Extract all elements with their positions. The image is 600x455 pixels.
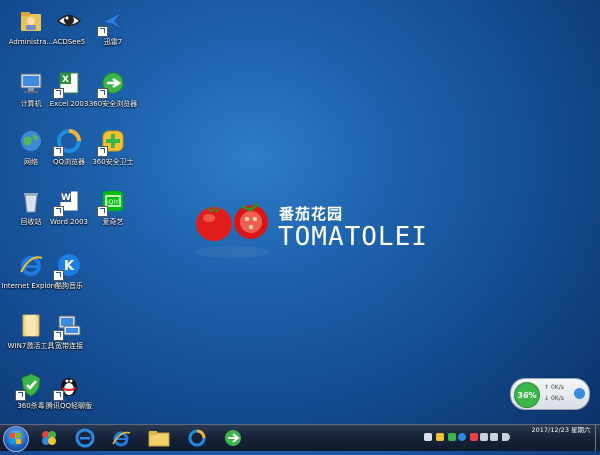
desktop-icon-qq-lite[interactable]: 腾讯QQ轻聊版 xyxy=(38,366,100,424)
desktop-icon-xunlei[interactable]: 迅雷7 xyxy=(82,2,144,60)
windows-logo-icon xyxy=(10,433,21,444)
tomatolei-brand-logo: 番茄花园 TOMATOLEI xyxy=(192,192,432,272)
system-tray: 2017/12/23 星期六 xyxy=(420,425,600,451)
desktop-icon-label: 酷狗音乐 xyxy=(55,282,83,290)
svg-text:K: K xyxy=(64,259,75,274)
taskbar-flower-app-button[interactable] xyxy=(36,427,62,449)
bluetooth-icon[interactable] xyxy=(458,433,466,441)
excel-icon: X xyxy=(53,68,84,99)
360-security-guard-icon xyxy=(97,126,128,157)
shortcut-arrow-icon xyxy=(53,206,64,217)
upload-speed: ↑ 0K/s xyxy=(544,384,564,391)
shortcut-arrow-icon xyxy=(97,88,108,99)
desktop-icon-broadband[interactable]: 宽带连接 xyxy=(38,306,100,364)
desktop-icon-label: 腾讯QQ轻聊版 xyxy=(45,402,93,410)
shortcut-arrow-icon xyxy=(53,88,64,99)
word-icon: W xyxy=(53,186,84,217)
desktop-icon-360-security[interactable]: 360安全卫士 xyxy=(82,122,144,180)
desktop-icon-label: 360安全浏览器 xyxy=(88,100,138,108)
iqiyi-icon: iQIYI xyxy=(97,186,128,217)
clock[interactable]: 2017/12/23 星期六 xyxy=(526,426,596,434)
download-speed: ↓ 0K/s xyxy=(544,395,564,402)
svg-text:iQIYI: iQIYI xyxy=(107,199,121,206)
360-guard-tray-icon[interactable] xyxy=(436,433,444,441)
tray-app-icon[interactable] xyxy=(470,433,478,441)
shortcut-arrow-icon xyxy=(53,270,64,281)
desktop: Administra... 计算机 网络 回收站 Internet Explor… xyxy=(0,0,600,424)
screen-icon[interactable] xyxy=(490,433,498,441)
network-icon[interactable] xyxy=(480,433,488,441)
internet-explorer-icon xyxy=(112,431,131,447)
360-browser-icon xyxy=(225,430,241,446)
desktop-icon-kugou-music[interactable]: K 酷狗音乐 xyxy=(38,246,100,304)
network-speed-widget[interactable]: 36% ↑ 0K/s ↓ 0K/s xyxy=(510,378,590,410)
taskbar-file-explorer-button[interactable] xyxy=(146,427,172,449)
svg-text:X: X xyxy=(62,75,69,85)
desktop-icon-iqiyi[interactable]: iQIYI 爱奇艺 xyxy=(82,182,144,240)
shortcut-arrow-icon xyxy=(97,206,108,217)
volume-icon[interactable] xyxy=(502,433,510,441)
broadband-connection-icon xyxy=(53,310,84,341)
flower-app-icon xyxy=(42,431,56,445)
shortcut-arrow-icon xyxy=(97,26,108,37)
desktop-icon-label: 爱奇艺 xyxy=(102,218,124,226)
qq-browser-icon xyxy=(188,429,206,447)
keyboard-icon[interactable] xyxy=(424,433,432,441)
taskbar-360-browser-button[interactable] xyxy=(220,427,246,449)
upload-speed-value: 0K/s xyxy=(550,384,564,391)
show-desktop-button[interactable] xyxy=(595,425,600,451)
download-speed-value: 0K/s xyxy=(550,395,564,402)
shortcut-arrow-icon xyxy=(53,146,64,157)
kugou-music-icon: K xyxy=(53,250,84,281)
taskbar: 2017/12/23 星期六 xyxy=(0,424,600,452)
360-browser-icon xyxy=(97,68,128,99)
360-tray-icon[interactable] xyxy=(448,433,456,441)
start-button[interactable] xyxy=(3,426,29,452)
clock-date: 2017/12/23 星期六 xyxy=(531,426,591,434)
taskbar-ie-blue-button[interactable] xyxy=(72,427,98,449)
taskbar-internet-explorer-button[interactable] xyxy=(108,427,134,449)
brand-chinese-name: 番茄花园 xyxy=(279,205,344,223)
desktop-icon-label: 360安全卫士 xyxy=(92,158,134,166)
taskbar-qq-browser-button[interactable] xyxy=(184,427,210,449)
qq-browser-icon xyxy=(53,126,84,157)
memory-usage-percent: 36% xyxy=(514,382,540,408)
desktop-icon-label: 宽带连接 xyxy=(55,342,83,350)
accelerate-icon xyxy=(574,388,585,399)
tomato-icon xyxy=(194,202,270,258)
desktop-icon-label: 迅雷7 xyxy=(103,38,123,46)
folder-icon xyxy=(148,431,170,447)
svg-text:W: W xyxy=(61,193,71,203)
shortcut-arrow-icon xyxy=(53,390,64,401)
shortcut-arrow-icon xyxy=(97,146,108,157)
shortcut-arrow-icon xyxy=(15,390,26,401)
desktop-icon-360-browser[interactable]: 360安全浏览器 xyxy=(82,64,144,122)
brand-english-name: TOMATOLEI xyxy=(278,222,428,252)
xunlei-bird-icon xyxy=(97,6,128,37)
shortcut-arrow-icon xyxy=(53,330,64,341)
browser-e-icon xyxy=(75,428,95,448)
acdsee-eye-icon xyxy=(54,6,84,36)
qq-penguin-icon xyxy=(53,370,84,401)
